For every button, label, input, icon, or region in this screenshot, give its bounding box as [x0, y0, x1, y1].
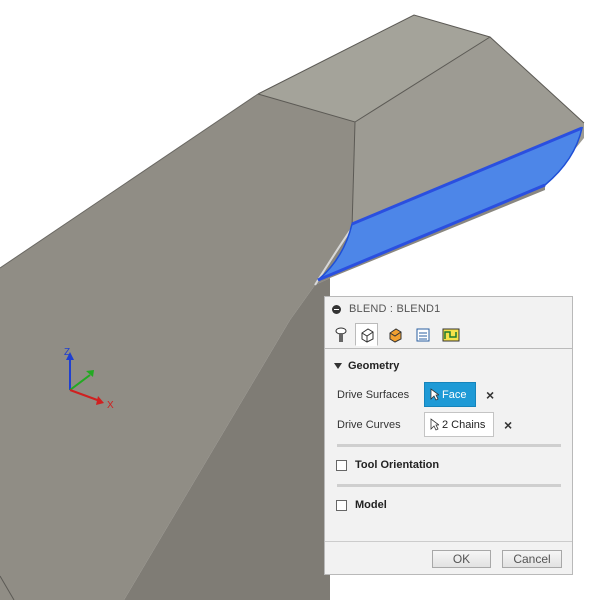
axis-x-label: X — [107, 400, 114, 411]
drive-surfaces-value: Face — [442, 388, 467, 401]
drive-curves-label: Drive Curves — [337, 419, 401, 431]
blend-dialog[interactable]: BLEND : BLEND1 Geometry Drive Surfaces F… — [324, 296, 573, 575]
stop-icon[interactable] — [332, 304, 341, 314]
cursor-arrow-icon — [430, 418, 439, 431]
cancel-button[interactable]: Cancel — [502, 550, 562, 568]
dialog-title: BLEND : BLEND1 — [349, 303, 441, 315]
section-divider — [337, 444, 561, 447]
drive-curves-value: 2 Chains — [442, 418, 486, 431]
dialog-footer — [325, 541, 572, 542]
collapse-triangle-icon — [334, 363, 342, 369]
clear-drive-surfaces-icon[interactable]: × — [486, 388, 494, 402]
clear-drive-curves-icon[interactable]: × — [504, 418, 512, 432]
ok-button[interactable]: OK — [432, 550, 491, 568]
drive-curves-selector[interactable]: 2 Chains — [424, 412, 494, 437]
geometry-icon — [361, 327, 373, 343]
tool-orientation-row[interactable]: Tool Orientation — [336, 459, 439, 471]
tab-passes[interactable] — [411, 323, 434, 346]
tool-icon — [335, 327, 346, 342]
model-label: Model — [355, 499, 387, 511]
geometry-section-header[interactable]: Geometry — [334, 360, 399, 372]
geometry-heading: Geometry — [348, 360, 400, 372]
section-divider — [337, 484, 561, 487]
drive-surfaces-label: Drive Surfaces — [337, 389, 410, 401]
tab-linking[interactable] — [439, 323, 462, 346]
drive-surfaces-selector[interactable]: Face — [424, 382, 476, 407]
dialog-titlebar[interactable]: BLEND : BLEND1 — [325, 297, 572, 321]
passes-icon — [416, 328, 429, 341]
model-row[interactable]: Model — [336, 499, 387, 511]
tool-orientation-label: Tool Orientation — [355, 459, 440, 471]
tab-geometry[interactable] — [355, 323, 378, 346]
heights-icon — [389, 327, 401, 343]
tab-heights[interactable] — [383, 323, 406, 346]
tab-tool[interactable] — [329, 323, 352, 346]
model-checkbox[interactable] — [336, 499, 347, 511]
axis-z-label: Z — [64, 347, 70, 358]
tool-orientation-checkbox[interactable] — [336, 459, 347, 471]
tab-strip — [325, 322, 572, 349]
cursor-arrow-icon — [430, 388, 439, 401]
linking-icon — [442, 328, 459, 341]
